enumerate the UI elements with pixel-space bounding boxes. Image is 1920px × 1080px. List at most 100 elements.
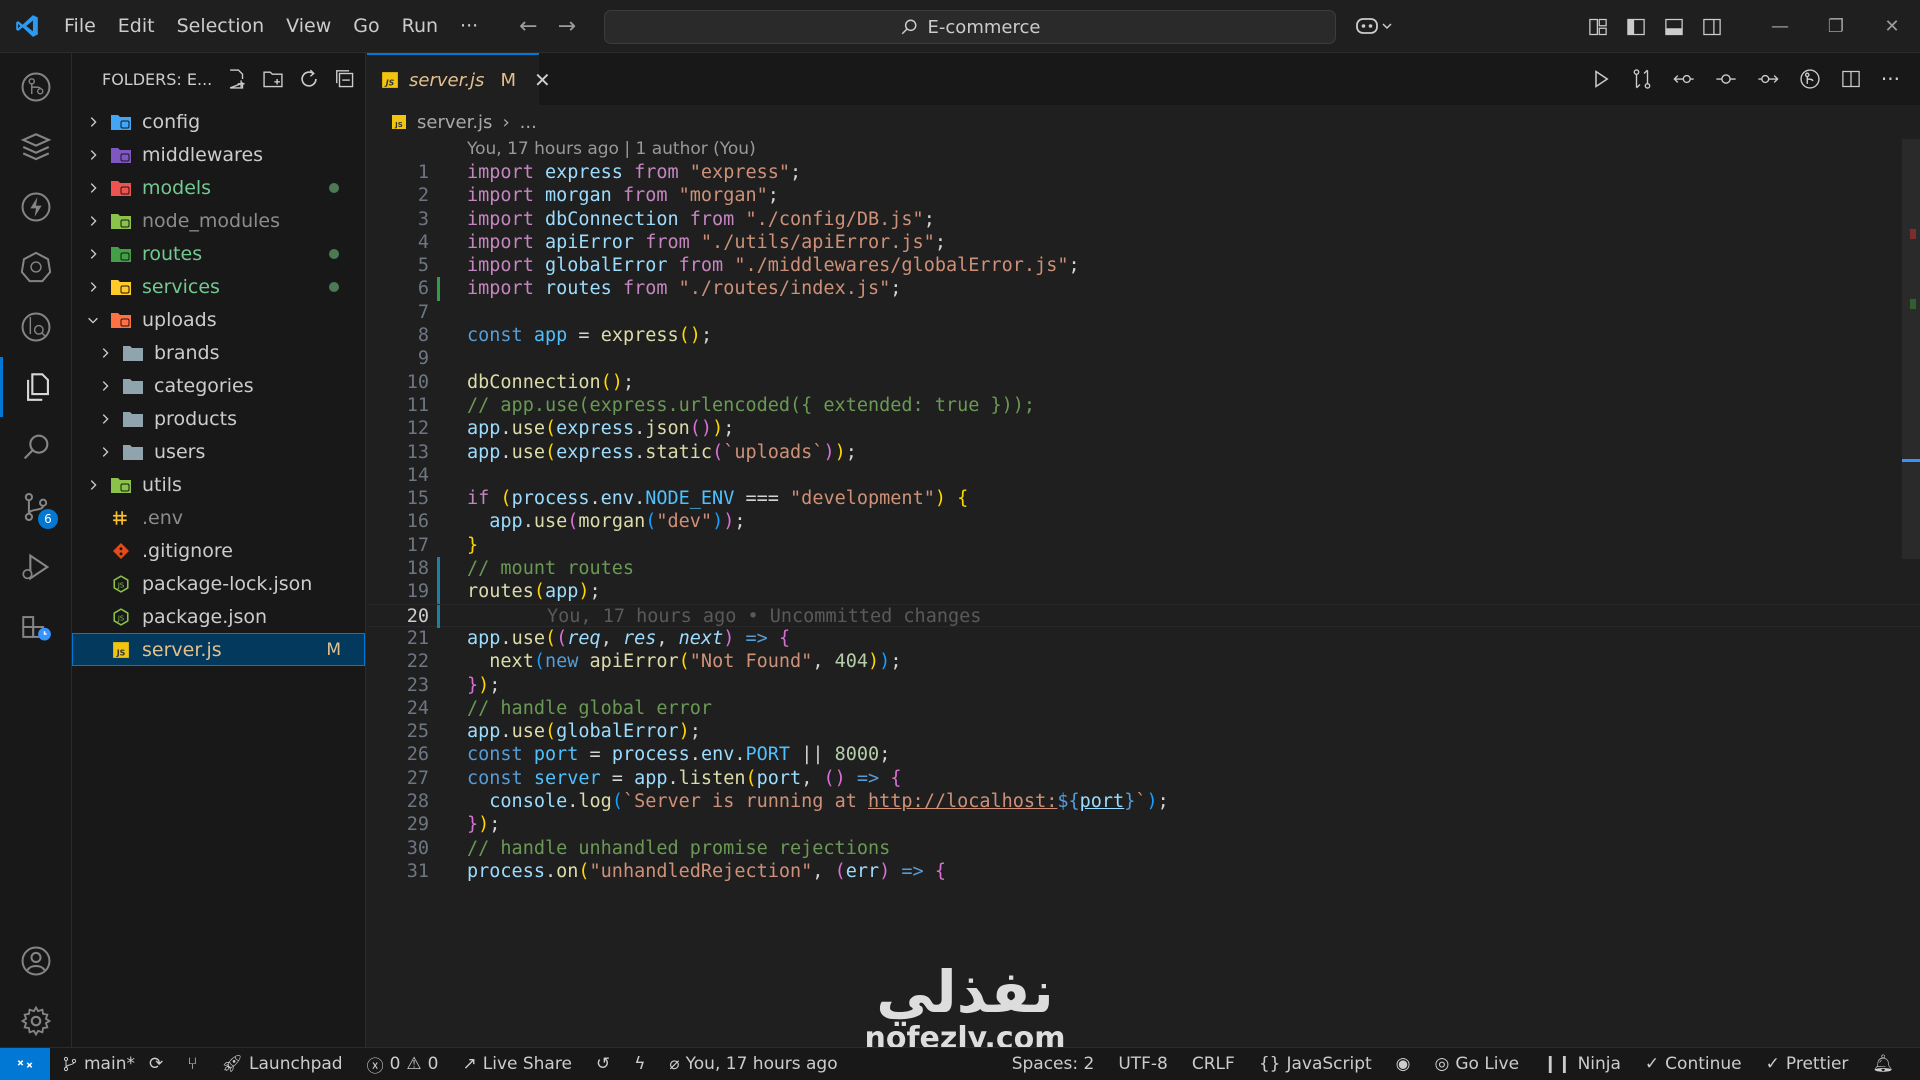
code-line[interactable]: 31 process.on("unhandledRejection", (err)… <box>367 860 1920 883</box>
code-line[interactable]: 3 import dbConnection from "./config/DB.j… <box>367 208 1920 231</box>
code-line[interactable]: 4 import apiError from "./utils/apiError.… <box>367 231 1920 254</box>
gutter-change-marker[interactable] <box>437 604 440 628</box>
gitlens-inspect-icon[interactable] <box>1799 68 1821 90</box>
code-line[interactable]: 28 console.log(`Server is running at htt… <box>367 790 1920 813</box>
code-line[interactable]: 29}); <box>367 813 1920 836</box>
code-line[interactable]: 17} <box>367 534 1920 557</box>
menu-item-view[interactable]: View <box>275 0 342 53</box>
code-line[interactable]: 14 <box>367 464 1920 487</box>
go-live-status[interactable]: ◎ Go Live <box>1423 1054 1532 1074</box>
tree-folder[interactable]: categories <box>72 369 365 402</box>
code-line[interactable]: 2 import morgan from "morgan"; <box>367 184 1920 207</box>
collapse-all-icon[interactable] <box>334 68 356 90</box>
code-line[interactable]: 23}); <box>367 674 1920 697</box>
tree-folder[interactable]: services <box>72 270 365 303</box>
code-line[interactable]: 11 // app.use(express.urlencoded({ extend… <box>367 394 1920 417</box>
continue-status[interactable]: ✓ Continue <box>1633 1054 1754 1074</box>
code-line[interactable]: 5 import globalError from "./middlewares/… <box>367 254 1920 277</box>
tree-folder[interactable]: models <box>72 171 365 204</box>
code-line[interactable]: 6 import routes from "./routes/index.js"; <box>367 277 1920 301</box>
explorer-icon[interactable] <box>0 357 72 417</box>
commit-icon[interactable] <box>1715 68 1737 90</box>
menu-item-selection[interactable]: Selection <box>166 0 276 53</box>
minimize-icon[interactable]: — <box>1752 0 1808 53</box>
code-line[interactable]: 9 <box>367 347 1920 370</box>
more-actions-icon[interactable]: ··· <box>1881 67 1900 91</box>
tree-folder[interactable]: config <box>72 105 365 138</box>
tree-file[interactable]: .gitignore <box>72 534 365 567</box>
toggle-secondary-sidebar-icon[interactable] <box>1702 17 1722 37</box>
tree-file[interactable]: JS package-lock.json <box>72 567 365 600</box>
gutter-change-marker[interactable] <box>437 580 440 604</box>
database-layers-icon[interactable] <box>0 117 72 177</box>
code-line[interactable]: 20 You, 17 hours ago • Uncommitted change… <box>367 603 1920 628</box>
toggle-primary-sidebar-icon[interactable] <box>1626 17 1646 37</box>
code-editor[interactable]: 1 import express from "express"; 2 import m… <box>367 161 1920 883</box>
git-graph-search-icon[interactable] <box>0 297 72 357</box>
code-line[interactable]: 15 if (process.env.NODE_ENV === "developm… <box>367 487 1920 510</box>
manage-gear-icon[interactable] <box>0 991 72 1051</box>
code-line[interactable]: 21 app.use((req, res, next) => { <box>367 627 1920 650</box>
tree-file[interactable]: .env <box>72 501 365 534</box>
code-line[interactable]: 7 <box>367 301 1920 324</box>
command-center-search[interactable]: E-commerce <box>604 10 1336 44</box>
timeline-status[interactable]: ↺ <box>584 1054 622 1074</box>
prettier-status[interactable]: ✓ Prettier <box>1754 1054 1861 1074</box>
language-status[interactable]: {} JavaScript <box>1247 1054 1384 1074</box>
encoding-status[interactable]: UTF-8 <box>1106 1054 1180 1074</box>
tree-folder[interactable]: products <box>72 402 365 435</box>
codelens-blame[interactable]: You, 17 hours ago | 1 author (You) <box>467 139 756 159</box>
launchpad-status[interactable]: 🚀︎ Launchpad <box>209 1054 354 1074</box>
notifications-status[interactable]: 🔔︎ <box>1860 1054 1906 1074</box>
code-line[interactable]: 27 const server = app.listen(port, () => … <box>367 767 1920 790</box>
tree-folder[interactable]: brands <box>72 336 365 369</box>
tree-folder[interactable]: middlewares <box>72 138 365 171</box>
menu-item-edit[interactable]: Edit <box>107 0 166 53</box>
previous-revision-icon[interactable] <box>1673 68 1695 90</box>
run-file-icon[interactable] <box>1591 69 1611 89</box>
next-revision-icon[interactable] <box>1757 68 1779 90</box>
indentation-status[interactable]: Spaces: 2 <box>1000 1054 1107 1074</box>
tree-folder[interactable]: users <box>72 435 365 468</box>
copilot-menu-icon[interactable] <box>1355 14 1395 38</box>
sync-icon[interactable]: ⟳ <box>149 1054 163 1074</box>
code-line[interactable]: 26 const port = process.env.PORT || 8000; <box>367 743 1920 766</box>
code-line[interactable]: 24 // handle global error <box>367 697 1920 720</box>
customize-layout-icon[interactable] <box>1588 17 1608 37</box>
remote-indicator-icon[interactable] <box>0 1047 50 1080</box>
scrollbar-thumb[interactable] <box>1902 139 1920 559</box>
problems-status[interactable]: ⓧ 0 ⚠ 0 <box>355 1052 451 1077</box>
tab-close-icon[interactable]: ✕ <box>534 68 551 92</box>
code-line[interactable]: 30 // handle unhandled promise rejections <box>367 837 1920 860</box>
breadcrumb-file[interactable]: server.js <box>417 112 492 133</box>
source-control-icon[interactable]: 6 <box>0 477 72 537</box>
code-line[interactable]: 19 routes(app); <box>367 580 1920 604</box>
refresh-icon[interactable] <box>298 68 320 90</box>
code-line[interactable]: 10 dbConnection(); <box>367 371 1920 394</box>
tab-server-js[interactable]: JS server.js M ✕ <box>367 53 551 105</box>
copilot-status[interactable]: ◉ <box>1384 1054 1423 1074</box>
live-share-status[interactable]: ↗ Live Share <box>451 1054 584 1074</box>
gitlens-icon[interactable] <box>0 57 72 117</box>
tree-folder[interactable]: uploads <box>72 303 365 336</box>
open-changes-icon[interactable] <box>1631 68 1653 90</box>
editor-scrollbar[interactable] <box>1902 139 1920 1047</box>
menu-item-run[interactable]: Run <box>391 0 449 53</box>
code-line[interactable]: 25 app.use(globalError); <box>367 720 1920 743</box>
gutter-change-marker[interactable] <box>437 277 440 301</box>
search-sidebar-icon[interactable] <box>0 417 72 477</box>
accounts-icon[interactable] <box>0 931 72 991</box>
eol-status[interactable]: CRLF <box>1180 1054 1247 1074</box>
restore-icon[interactable]: ❐ <box>1808 0 1864 53</box>
blame-status[interactable]: ⌀ You, 17 hours ago <box>657 1054 849 1074</box>
kubernetes-icon[interactable] <box>0 237 72 297</box>
tree-file[interactable]: JS server.js M <box>72 633 365 666</box>
split-editor-icon[interactable] <box>1841 69 1861 89</box>
menu-item-more[interactable]: ··· <box>449 0 489 53</box>
forward-arrow-icon[interactable]: → <box>558 14 576 39</box>
menu-item-file[interactable]: File <box>53 0 107 53</box>
new-folder-icon[interactable] <box>262 68 284 90</box>
thunder-client-icon[interactable] <box>0 177 72 237</box>
menu-item-go[interactable]: Go <box>342 0 390 53</box>
breadcrumb-rest[interactable]: ... <box>520 112 537 133</box>
